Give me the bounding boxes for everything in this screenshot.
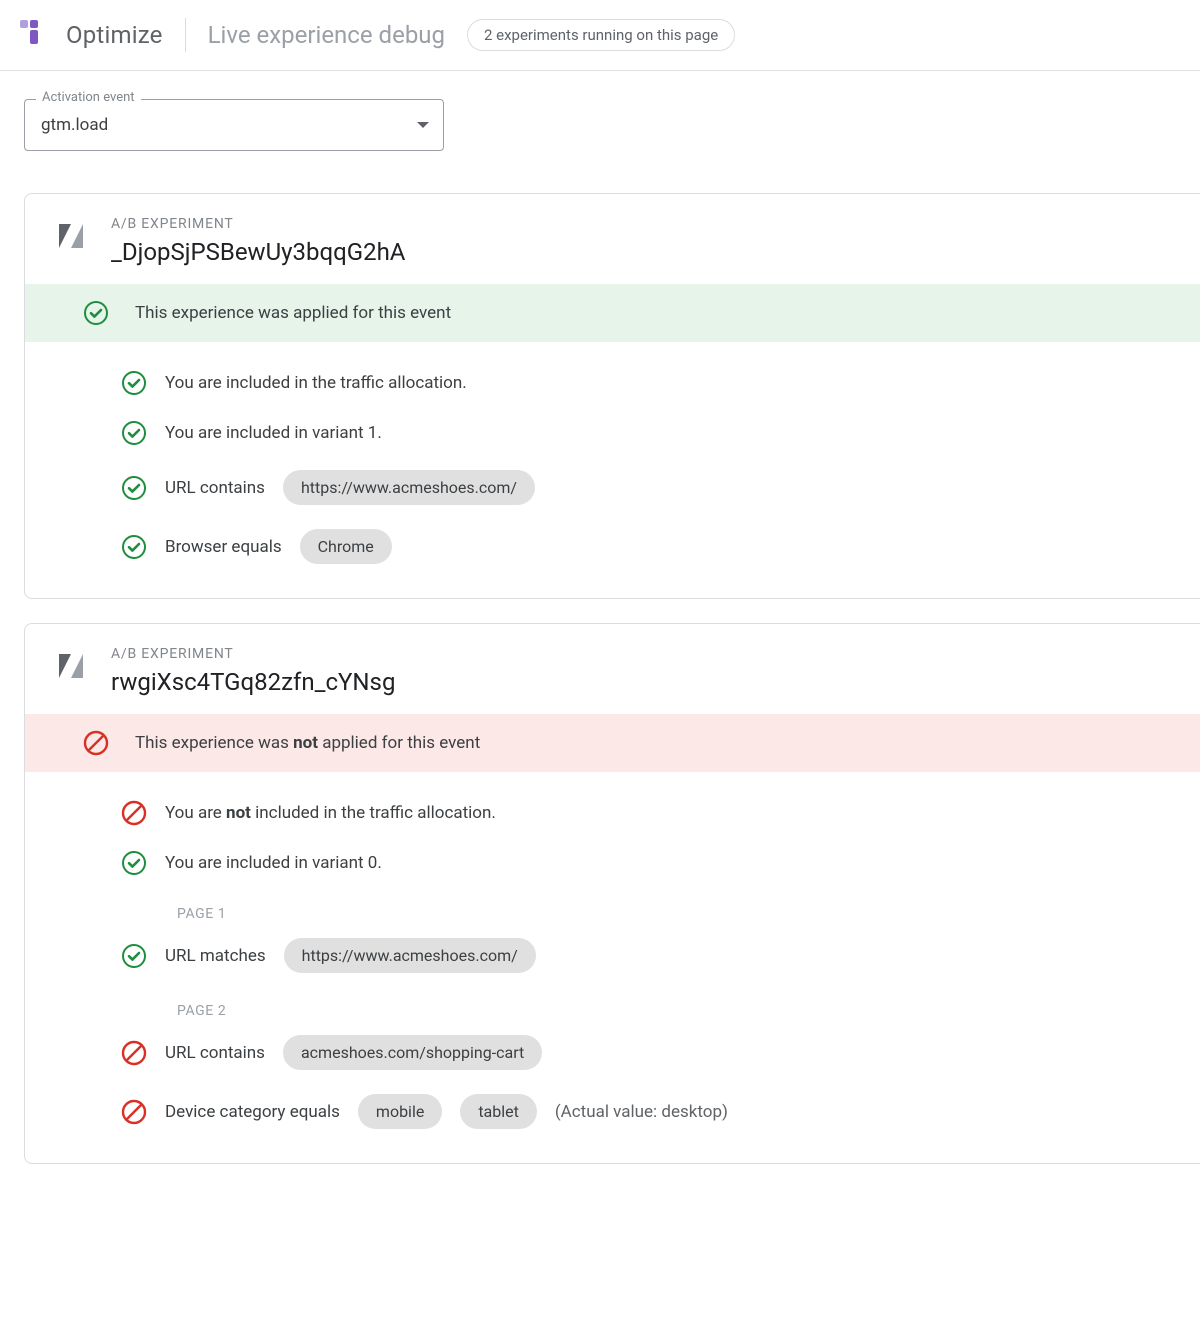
check-circle-icon xyxy=(121,534,147,560)
condition-pill: https://www.acmeshoes.com/ xyxy=(283,470,535,505)
check-circle-icon xyxy=(121,420,147,446)
ab-test-icon xyxy=(59,224,83,248)
detail-row: You are not included in the traffic allo… xyxy=(121,788,1176,838)
page-title: Live experience debug xyxy=(208,21,445,49)
detail-row: You are included in variant 0. xyxy=(121,838,1176,888)
chevron-down-icon xyxy=(417,122,429,128)
experiment-id: rwgiXsc4TGq82zfn_cYNsg xyxy=(111,668,395,696)
detail-text: You are included in variant 0. xyxy=(165,853,382,873)
status-applied: This experience was applied for this eve… xyxy=(25,284,1200,342)
detail-text: URL matches xyxy=(165,946,266,966)
check-circle-icon xyxy=(121,850,147,876)
activation-event-label: Activation event xyxy=(36,90,141,105)
experiments-summary-chip: 2 experiments running on this page xyxy=(467,19,735,51)
product-name: Optimize xyxy=(66,21,163,49)
check-circle-icon xyxy=(121,534,147,560)
check-circle-icon xyxy=(121,475,147,501)
check-circle-icon xyxy=(121,370,147,396)
check-circle-icon xyxy=(121,943,147,969)
ab-test-icon xyxy=(59,224,83,248)
detail-text: Browser equals xyxy=(165,537,282,557)
experiment-id: _DjopSjPSBewUy3bqqG2hA xyxy=(111,238,405,266)
check-circle-icon xyxy=(83,300,109,326)
experiment-header: A/B EXPERIMENT _DjopSjPSBewUy3bqqG2hA xyxy=(25,194,1200,284)
block-circle-icon xyxy=(121,800,147,826)
check-circle-icon xyxy=(83,300,109,326)
check-circle-icon xyxy=(121,943,147,969)
detail-text: You are included in variant 1. xyxy=(165,423,382,443)
ab-test-icon xyxy=(59,654,83,678)
status-text: This experience was not applied for this… xyxy=(135,733,480,753)
check-circle-icon xyxy=(121,370,147,396)
detail-row: URL contains https://www.acmeshoes.com/ xyxy=(121,458,1176,517)
experiment-details: You are included in the traffic allocati… xyxy=(25,342,1200,598)
page-section-label: PAGE 1 xyxy=(121,888,1176,926)
block-circle-icon xyxy=(121,800,147,826)
detail-text: Device category equals xyxy=(165,1102,340,1122)
product-logo: Optimize xyxy=(18,18,163,52)
experiment-type-label: A/B EXPERIMENT xyxy=(111,646,395,662)
ab-test-icon xyxy=(59,654,83,678)
actual-value-note: (Actual value: desktop) xyxy=(555,1102,728,1122)
page-section-label: PAGE 2 xyxy=(121,985,1176,1023)
check-circle-icon xyxy=(121,420,147,446)
activation-event-select[interactable]: gtm.load xyxy=(24,99,444,151)
condition-pill: https://www.acmeshoes.com/ xyxy=(284,938,536,973)
detail-text: You are included in the traffic allocati… xyxy=(165,373,467,393)
block-circle-icon xyxy=(121,1040,147,1066)
detail-text: You are not included in the traffic allo… xyxy=(165,803,496,823)
detail-row: URL contains acmeshoes.com/shopping-cart xyxy=(121,1023,1176,1082)
condition-pill: Chrome xyxy=(300,529,392,564)
experiments-list: A/B EXPERIMENT _DjopSjPSBewUy3bqqG2hA Thi… xyxy=(0,163,1200,1188)
experiment-card: A/B EXPERIMENT rwgiXsc4TGq82zfn_cYNsg Thi… xyxy=(24,623,1200,1164)
block-circle-icon xyxy=(83,730,109,756)
filters-bar: Activation event gtm.load xyxy=(0,71,1200,163)
status-text: This experience was applied for this eve… xyxy=(135,303,451,323)
block-circle-icon xyxy=(121,1040,147,1066)
check-circle-icon xyxy=(121,475,147,501)
experiment-type-label: A/B EXPERIMENT xyxy=(111,216,405,232)
detail-row: Device category equals mobile tablet (Actua… xyxy=(121,1082,1176,1141)
activation-event-value: gtm.load xyxy=(41,115,108,135)
detail-text: URL contains xyxy=(165,478,265,498)
optimize-logo-icon xyxy=(18,18,52,52)
activation-event-field: Activation event gtm.load xyxy=(24,99,444,151)
condition-pill: mobile xyxy=(358,1094,442,1129)
block-circle-icon xyxy=(121,1099,147,1125)
detail-text: URL contains xyxy=(165,1043,265,1063)
detail-row: You are included in variant 1. xyxy=(121,408,1176,458)
experiment-header: A/B EXPERIMENT rwgiXsc4TGq82zfn_cYNsg xyxy=(25,624,1200,714)
check-circle-icon xyxy=(121,850,147,876)
block-circle-icon xyxy=(83,730,109,756)
detail-row: URL matches https://www.acmeshoes.com/ xyxy=(121,926,1176,985)
experiment-card: A/B EXPERIMENT _DjopSjPSBewUy3bqqG2hA Thi… xyxy=(24,193,1200,599)
condition-pill: acmeshoes.com/shopping-cart xyxy=(283,1035,542,1070)
experiment-details: You are not included in the traffic allo… xyxy=(25,772,1200,1163)
header-divider xyxy=(185,18,186,52)
block-circle-icon xyxy=(121,1099,147,1125)
detail-row: You are included in the traffic allocati… xyxy=(121,358,1176,408)
app-header: Optimize Live experience debug 2 experim… xyxy=(0,0,1200,71)
condition-pill: tablet xyxy=(460,1094,537,1129)
detail-row: Browser equals Chrome xyxy=(121,517,1176,576)
status-not-applied: This experience was not applied for this… xyxy=(25,714,1200,772)
